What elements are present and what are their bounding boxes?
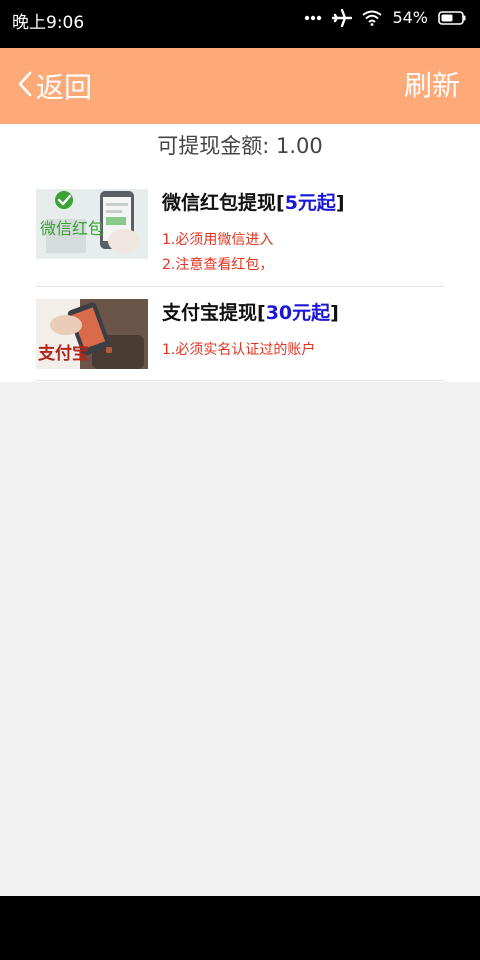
alipay-rule-1: 1.必须实名认证过的账户 — [162, 342, 316, 358]
back-label: 返回 — [36, 71, 93, 104]
wifi-icon — [362, 10, 383, 26]
wechat-rule-1: 1.必须用微信进入 — [162, 232, 274, 248]
wechat-withdraw-option[interactable]: 微信红包 微信红包提现[5元起] 1.必须用微信进入 2.注意查看红包， — [36, 186, 444, 278]
divider — [36, 286, 444, 287]
wechat-title-suffix: ] — [335, 192, 345, 214]
app-header: 返回 刷新 — [0, 48, 480, 124]
divider — [36, 380, 444, 381]
system-nav-bar — [0, 896, 480, 960]
refresh-button[interactable]: 刷新 — [404, 66, 460, 106]
airplane-icon — [332, 8, 353, 27]
alipay-title-suffix: ] — [330, 302, 339, 324]
wechat-option-title: 微信红包提现[5元起] — [162, 188, 345, 215]
balance-line: 可提现金额: 1.00 — [0, 130, 480, 160]
alipay-thumbnail: 支付宝 — [36, 299, 148, 369]
status-bar: 晚上9:06 54% — [0, 0, 480, 48]
wechat-rule-2: 2.注意查看红包， — [162, 257, 274, 273]
alipay-min-amount: 30元起 — [265, 302, 331, 324]
alipay-thumb-text: 支付宝 — [38, 344, 89, 364]
alipay-withdraw-option[interactable]: 支付宝 支付宝提现[30元起] 1.必须实名认证过的账户 — [36, 296, 444, 388]
wechat-title-prefix: 微信红包提现[ — [162, 192, 285, 214]
battery-icon — [438, 10, 466, 25]
main-content: 可提现金额: 1.00 微信红包 微信红包提现[5元起] 1.必须用微信进入 2… — [0, 124, 480, 896]
status-time: 晚上9:06 — [12, 13, 85, 33]
wechat-thumb-text: 微信红包 — [40, 219, 105, 238]
status-icons: 54% — [304, 8, 466, 27]
wechat-thumbnail: 微信红包 — [36, 189, 148, 259]
more-dots-icon — [304, 15, 322, 21]
alipay-title-prefix: 支付宝提现[ — [162, 302, 266, 324]
alipay-option-title: 支付宝提现[30元起] — [162, 298, 339, 325]
wechat-min-amount: 5元起 — [284, 192, 336, 214]
back-button[interactable]: 返回 — [18, 66, 92, 106]
chevron-left-icon — [18, 71, 32, 101]
balance-label: 可提现金额: — [157, 134, 270, 158]
battery-percent: 54% — [392, 8, 428, 27]
balance-value: 1.00 — [276, 134, 323, 158]
withdraw-panel: 可提现金额: 1.00 微信红包 微信红包提现[5元起] 1.必须用微信进入 2… — [0, 124, 480, 382]
